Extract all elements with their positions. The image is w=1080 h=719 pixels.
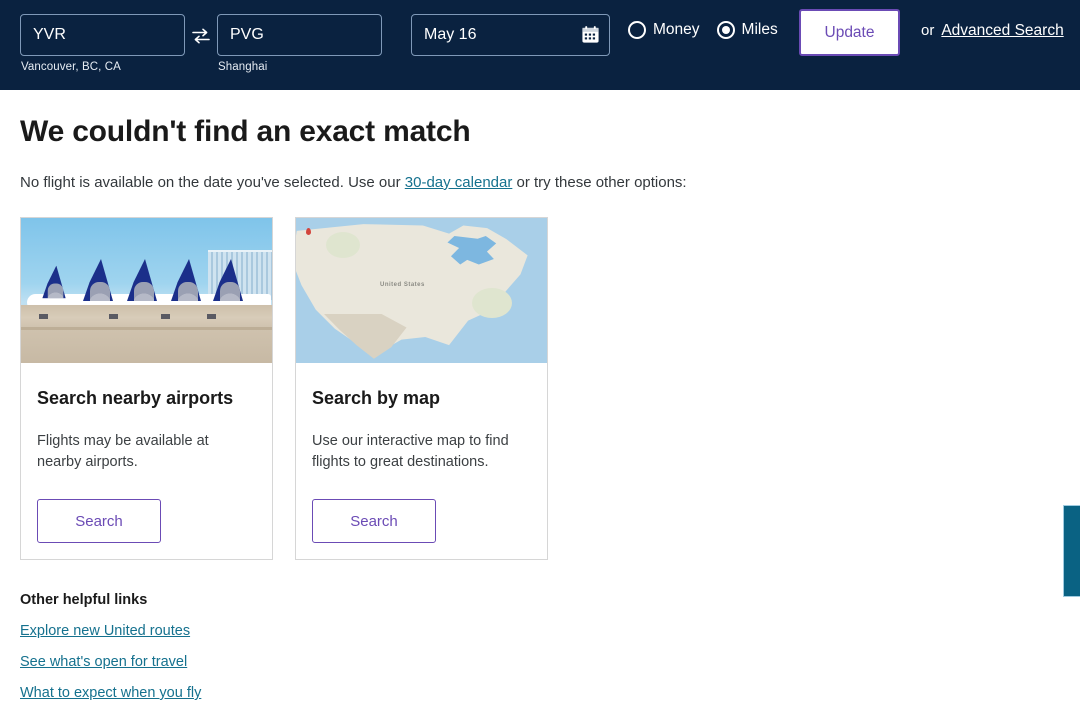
ground-vehicle-1 xyxy=(39,314,48,319)
tail-2-shape xyxy=(83,259,113,301)
or-text: or xyxy=(921,22,935,39)
helpful-link-open-for-travel[interactable]: See what's open for travel xyxy=(20,654,187,670)
advanced-search-link[interactable]: Advanced Search xyxy=(941,22,1063,40)
page-title: We couldn't find an exact match xyxy=(20,115,471,148)
radio-circle-miles-icon[interactable] xyxy=(716,21,735,39)
card-search-nearby-airports[interactable]: Search nearby airports Flights may be av… xyxy=(20,217,273,560)
thirty-day-calendar-link[interactable]: 30-day calendar xyxy=(405,174,513,191)
origin-sublabel: Vancouver, BC, CA xyxy=(21,61,121,73)
radio-label-miles: Miles xyxy=(741,21,778,38)
card-body: Search nearby airports Flights may be av… xyxy=(21,363,272,559)
feedback-tab[interactable] xyxy=(1063,505,1080,597)
helpful-links-section: Other helpful links Explore new United r… xyxy=(20,592,1060,701)
tail-1-shape xyxy=(42,265,66,299)
date-field-wrap xyxy=(411,14,610,56)
card-body: Search by map Use our interactive map to… xyxy=(296,363,547,559)
radio-option-miles[interactable]: Miles xyxy=(716,21,778,39)
card-description: Use our interactive map to find flights … xyxy=(312,433,509,470)
airplanes-photo xyxy=(21,218,272,363)
map-green-region-2 xyxy=(472,288,512,318)
update-button[interactable]: Update xyxy=(799,9,900,56)
search-nearby-airports-button[interactable]: Search xyxy=(37,499,161,544)
radio-circle-money-icon[interactable] xyxy=(628,21,646,39)
search-by-map-button[interactable]: Search xyxy=(312,499,436,544)
subtitle-text-after: or try these other options: xyxy=(512,174,687,191)
swap-arrows-icon xyxy=(192,28,210,44)
us-map-thumbnail: United States xyxy=(296,218,547,363)
calendar-icon[interactable] xyxy=(581,25,600,44)
radio-option-money[interactable]: Money xyxy=(628,21,700,39)
subtitle-text-before: No flight is available on the date you'v… xyxy=(20,174,405,191)
helpful-link-what-to-expect[interactable]: What to expect when you fly xyxy=(20,685,201,701)
advanced-search-wrap: or Advanced Search xyxy=(921,22,1064,40)
map-green-region-1 xyxy=(326,232,360,258)
helpful-link-explore-routes[interactable]: Explore new United routes xyxy=(20,623,190,639)
tail-4-shape xyxy=(171,259,201,301)
tarmac-shape xyxy=(21,305,272,363)
search-header: Vancouver, BC, CA Shanghai xyxy=(0,0,1080,90)
ground-vehicle-4 xyxy=(207,314,216,319)
swap-airports-button[interactable] xyxy=(188,24,214,48)
radio-label-money: Money xyxy=(653,21,700,38)
card-title: Search nearby airports xyxy=(37,388,234,408)
map-country-label: United States xyxy=(380,282,425,288)
subtitle: No flight is available on the date you'v… xyxy=(20,174,1060,191)
map-pin-icon xyxy=(306,228,311,235)
option-cards: Search nearby airports Flights may be av… xyxy=(20,217,1060,560)
destination-input[interactable] xyxy=(217,14,382,56)
card-search-by-map[interactable]: United States Search by map Use our inte… xyxy=(295,217,548,560)
card-description: Flights may be available at nearby airpo… xyxy=(37,433,209,470)
origin-field-group: Vancouver, BC, CA xyxy=(20,14,185,73)
tail-3-shape xyxy=(127,259,157,301)
card-title: Search by map xyxy=(312,388,441,408)
ground-vehicle-2 xyxy=(109,314,118,319)
destination-field-group: Shanghai xyxy=(217,14,382,73)
destination-sublabel: Shanghai xyxy=(218,61,268,73)
date-field-group xyxy=(411,14,610,56)
main-content: We couldn't find an exact match No fligh… xyxy=(0,115,1080,701)
origin-input[interactable] xyxy=(20,14,185,56)
ground-vehicle-3 xyxy=(161,314,170,319)
helpful-links-title: Other helpful links xyxy=(20,592,148,608)
fare-type-radio-group: Money Miles xyxy=(628,21,778,39)
